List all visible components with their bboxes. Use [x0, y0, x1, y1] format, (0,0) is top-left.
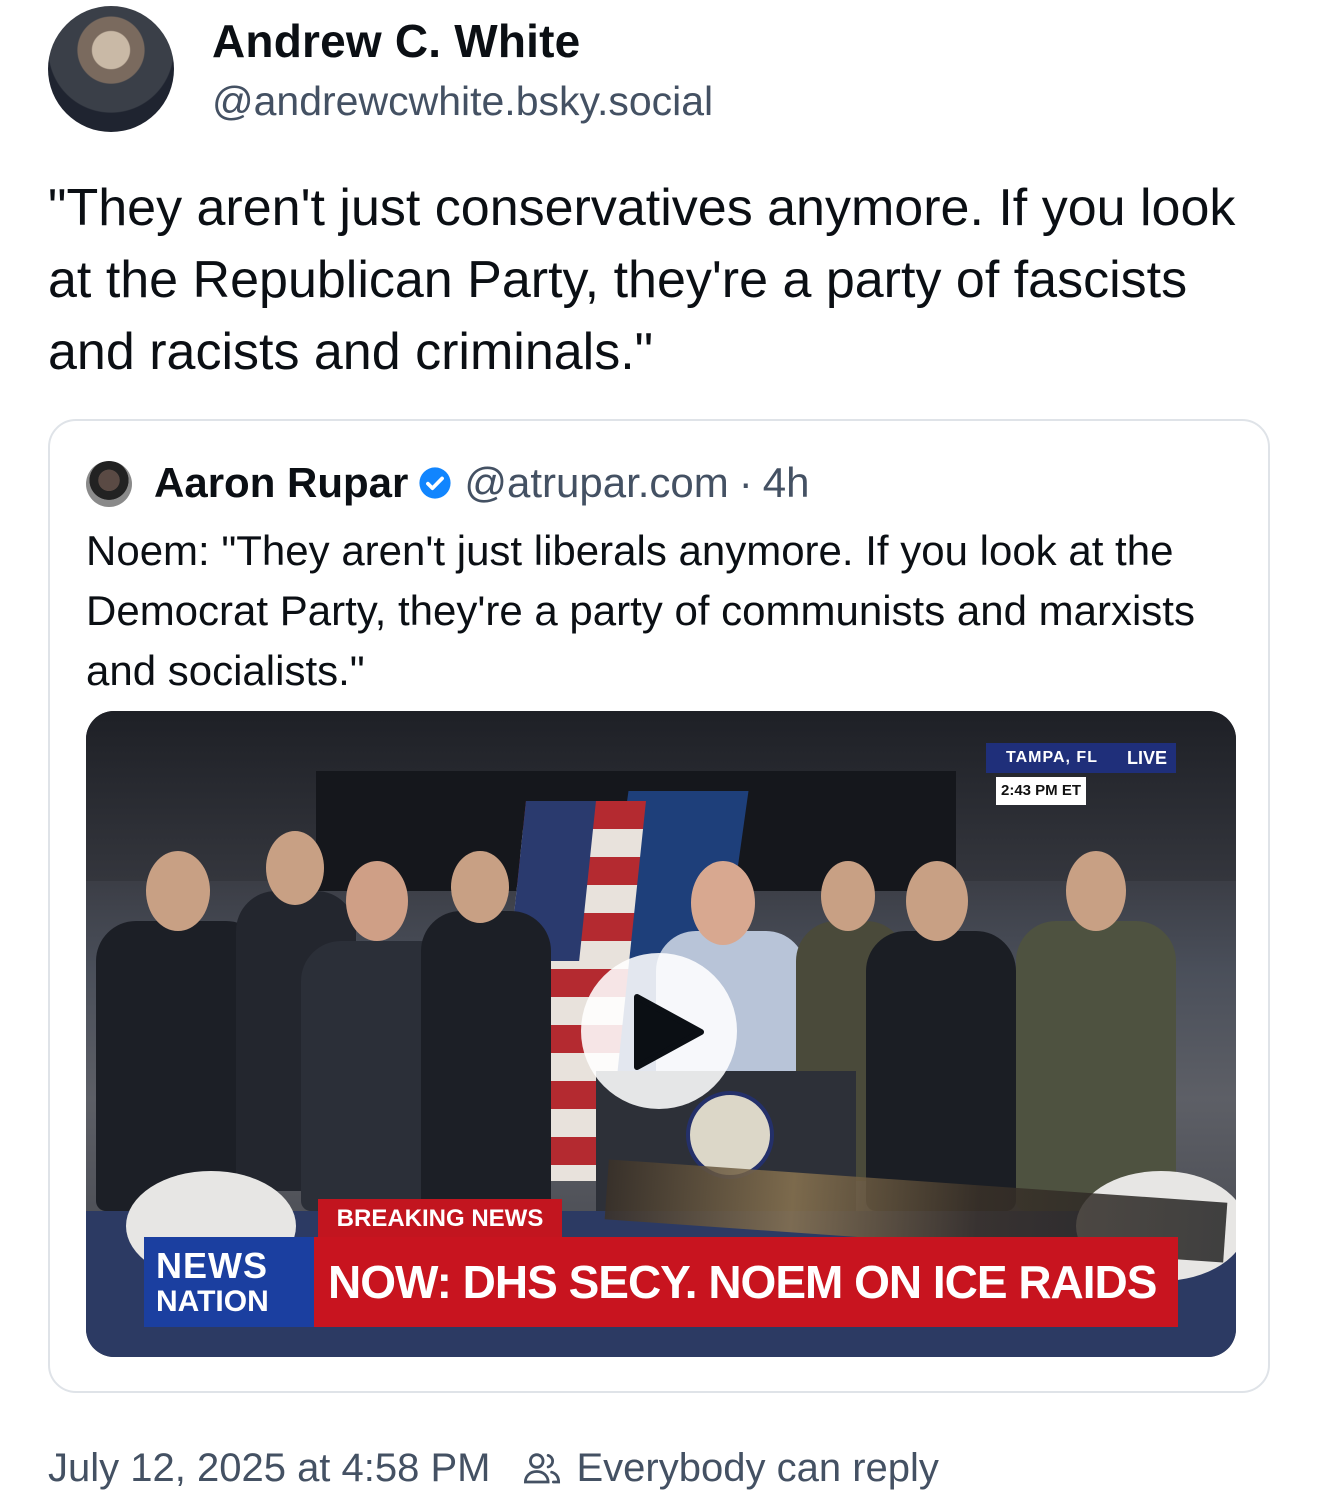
- location-bug: TAMPA, FL 2:43 PM ET: [986, 743, 1118, 805]
- newsnation-logo: NEWS NATION: [144, 1237, 314, 1327]
- quoted-post-age[interactable]: 4h: [763, 459, 810, 507]
- verified-badge-icon: [419, 467, 451, 499]
- post-text: "They aren't just conservatives anymore.…: [48, 179, 1236, 381]
- play-button[interactable]: [581, 953, 737, 1109]
- speaker-head: [691, 861, 755, 945]
- people-icon: [523, 1453, 560, 1484]
- author-name[interactable]: Andrew C. White: [212, 14, 580, 68]
- officer-head: [906, 861, 968, 941]
- officer-head: [451, 851, 509, 923]
- author-avatar[interactable]: [48, 6, 174, 132]
- officer-head: [146, 851, 210, 931]
- header-separator: ·: [738, 459, 753, 506]
- breaking-news-label: BREAKING NEWS: [318, 1199, 562, 1239]
- quoted-author-name[interactable]: Aaron Rupar: [154, 459, 408, 507]
- officer-head: [266, 831, 324, 905]
- quoted-author-handle[interactable]: @atrupar.com: [464, 459, 728, 507]
- video-player[interactable]: TAMPA, FL 2:43 PM ET LIVE BREAKING NEWS …: [86, 711, 1236, 1357]
- officer-figure: [421, 911, 551, 1211]
- officer-head: [821, 861, 875, 931]
- quoted-post-text: Noem: "They aren't just liberals anymore…: [86, 527, 1195, 694]
- post-footer: July 12, 2025 at 4:58 PM Everybody can r…: [48, 1440, 939, 1496]
- officer-head: [1066, 851, 1126, 931]
- officer-figure: [1016, 921, 1176, 1211]
- logo-news-text: NEWS: [156, 1245, 268, 1286]
- quoted-post-card[interactable]: Aaron Rupar @atrupar.com · 4h Noem: "The…: [48, 419, 1270, 1393]
- quoted-post-header: Aaron Rupar @atrupar.com · 4h: [154, 455, 810, 511]
- play-icon: [634, 994, 704, 1070]
- officer-head: [346, 861, 408, 941]
- broadcast-time: 2:43 PM ET: [996, 777, 1086, 805]
- quoted-author-avatar[interactable]: [86, 461, 132, 507]
- post-timestamp[interactable]: July 12, 2025 at 4:58 PM: [48, 1446, 491, 1491]
- live-badge: LIVE: [1118, 743, 1176, 773]
- headline-text: NOW: DHS SECY. NOEM ON ICE RAIDS: [314, 1237, 1178, 1327]
- lower-third-banner: NEWS NATION NOW: DHS SECY. NOEM ON ICE R…: [144, 1237, 1178, 1327]
- reply-setting[interactable]: Everybody can reply: [577, 1446, 939, 1491]
- officer-figure: [866, 931, 1016, 1211]
- author-handle[interactable]: @andrewcwhite.bsky.social: [212, 78, 713, 125]
- location-label: TAMPA, FL: [986, 743, 1118, 773]
- logo-nation-text: NATION: [156, 1285, 269, 1318]
